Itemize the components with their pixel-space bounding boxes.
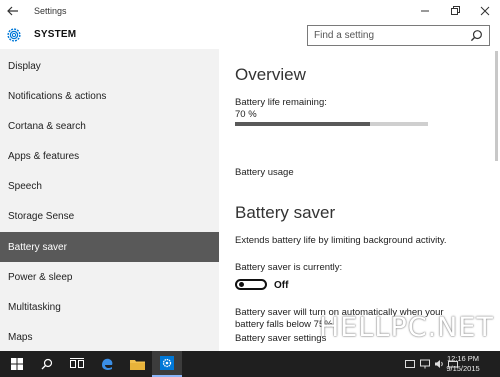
sidebar-item-notifications[interactable]: Notifications & actions: [0, 81, 219, 111]
sidebar-item-speech[interactable]: Speech: [0, 171, 219, 201]
battery-progress-bar: [235, 122, 428, 126]
sidebar-item-battery-saver[interactable]: Battery saver: [0, 232, 219, 262]
sidebar-item-display[interactable]: Display: [0, 51, 219, 81]
sidebar: Display Notifications & actions Cortana …: [0, 49, 219, 351]
sidebar-item-label: Display: [8, 60, 41, 72]
sidebar-item-multitasking[interactable]: Multitasking: [0, 292, 219, 322]
sidebar-item-label: Notifications & actions: [8, 90, 107, 102]
sidebar-item-label: Apps & features: [8, 150, 80, 162]
sidebar-item-label: Power & sleep: [8, 271, 73, 283]
title-bar: Settings: [0, 0, 500, 21]
battery-life-label: Battery life remaining:: [235, 97, 327, 108]
search-placeholder: Find a setting: [314, 30, 375, 41]
sidebar-item-label: Speech: [8, 180, 42, 192]
back-arrow-icon[interactable]: [0, 0, 26, 21]
toggle-state-label: Off: [274, 280, 289, 291]
battery-saver-settings-link[interactable]: Battery saver settings: [235, 333, 326, 344]
search-input[interactable]: Find a setting: [307, 25, 490, 46]
clock-date: 9/15/2015: [446, 364, 480, 373]
watermark: HELLPC.NET: [319, 312, 494, 343]
overview-heading: Overview: [235, 65, 306, 84]
sidebar-item-cortana[interactable]: Cortana & search: [0, 111, 219, 141]
search-icon[interactable]: [32, 351, 62, 377]
sidebar-item-maps[interactable]: Maps: [0, 322, 219, 351]
sidebar-item-label: Storage Sense: [8, 210, 75, 222]
close-icon[interactable]: [470, 0, 500, 21]
sidebar-item-label: Battery saver: [8, 241, 67, 253]
file-explorer-icon[interactable]: [122, 351, 152, 377]
edge-browser-icon[interactable]: [92, 351, 122, 377]
window-title: Settings: [34, 5, 67, 16]
taskbar: 12:16 PM 9/15/2015: [0, 351, 500, 377]
scrollbar[interactable]: [495, 51, 498, 161]
minimize-icon[interactable]: [410, 0, 440, 21]
windows-start-icon[interactable]: [2, 351, 32, 377]
network-icon[interactable]: [418, 351, 432, 377]
page-title: SYSTEM: [34, 29, 77, 40]
sidebar-item-label: Cortana & search: [8, 120, 86, 132]
sidebar-item-label: Maps: [8, 331, 33, 343]
battery-usage-link[interactable]: Battery usage: [235, 167, 294, 178]
battery-saver-heading: Battery saver: [235, 203, 336, 222]
saver-description: Extends battery life by limiting backgro…: [235, 235, 447, 246]
sidebar-item-power[interactable]: Power & sleep: [0, 262, 219, 292]
gear-icon: [7, 28, 21, 42]
notifications-icon[interactable]: [403, 351, 417, 377]
main-content: Overview Battery life remaining: 70 % Ba…: [219, 49, 500, 351]
toggle-knob: [239, 282, 244, 287]
battery-progress-fill: [235, 122, 371, 126]
maximize-icon[interactable]: [440, 0, 470, 21]
settings-app-icon[interactable]: [152, 351, 182, 377]
battery-percent: 70 %: [235, 109, 257, 120]
sidebar-item-label: Multitasking: [8, 301, 61, 313]
task-view-icon[interactable]: [62, 351, 92, 377]
sidebar-item-apps[interactable]: Apps & features: [0, 141, 219, 171]
saver-status-label: Battery saver is currently:: [235, 262, 343, 273]
clock[interactable]: 12:16 PM 9/15/2015: [440, 354, 486, 374]
battery-saver-toggle[interactable]: [235, 279, 267, 290]
clock-time: 12:16 PM: [446, 354, 480, 363]
search-icon[interactable]: [470, 29, 483, 42]
sidebar-item-storage[interactable]: Storage Sense: [0, 201, 219, 231]
